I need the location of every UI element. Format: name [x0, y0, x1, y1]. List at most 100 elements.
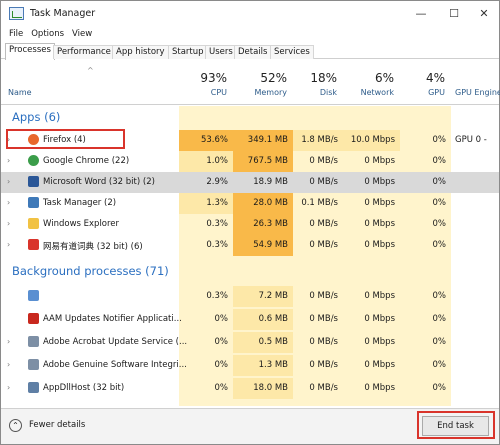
process-name: Microsoft Word (32 bit) (2) — [43, 177, 155, 187]
column-memory[interactable]: 52% Memory — [233, 61, 293, 105]
process-gpu: 0% — [432, 219, 447, 229]
process-row[interactable]: › 网易有道词典 (32 bit) (6) 0.3% 54.9 MB 0 MB/s 0 M… — [1, 235, 499, 256]
process-row[interactable]: › AppDllHost (32 bit) 0% 18.0 MB 0 MB/s 0 Mbp… — [1, 378, 499, 399]
process-gpu: 0% — [432, 314, 447, 324]
disk-label: Disk — [319, 88, 337, 97]
window-icon — [28, 382, 39, 393]
tab-startup[interactable]: Startup — [168, 45, 208, 59]
process-row[interactable]: › Google Chrome (22) 1.0% 767.5 MB 0 MB/s 0 M… — [1, 151, 499, 172]
process-name: AppDllHost (32 bit) — [43, 383, 125, 393]
process-row[interactable]: › Adobe Acrobat Update Service (... 0% 0.5 … — [1, 332, 499, 353]
maximize-button[interactable]: ☐ — [439, 1, 469, 25]
expand-chevron-icon[interactable]: › — [7, 360, 10, 369]
process-disk: 0 MB/s — [309, 156, 338, 166]
gear-icon — [28, 290, 39, 301]
process-mem: 54.9 MB — [233, 235, 293, 256]
process-cpu: 0.3% — [206, 240, 228, 250]
menu-view[interactable]: View — [64, 27, 92, 42]
process-name: AAM Updates Notifier Applicati... — [43, 314, 182, 324]
youdao-icon — [28, 239, 39, 250]
process-gpu: 0% — [432, 177, 447, 187]
process-name: Task Manager (2) — [43, 198, 117, 208]
process-disk: 0.1 MB/s — [301, 198, 338, 208]
column-cpu[interactable]: 93% CPU — [179, 61, 233, 105]
tab-processes[interactable]: Processes — [5, 43, 55, 60]
process-mem: 26.3 MB — [233, 214, 293, 235]
expand-chevron-icon[interactable]: › — [7, 219, 10, 228]
process-mem: 0.6 MB — [233, 309, 293, 330]
menu-options[interactable]: Options — [23, 27, 64, 42]
process-net: 0 Mbps — [364, 240, 395, 250]
column-header: ^ Name 93% CPU 52% Memory 18% Disk 6% Ne… — [1, 61, 500, 105]
process-disk: 0 MB/s — [309, 383, 338, 393]
process-disk: 0 MB/s — [309, 219, 338, 229]
process-gpu: 0% — [432, 156, 447, 166]
tab-users[interactable]: Users — [205, 45, 237, 59]
process-gpu: 0% — [432, 383, 447, 393]
process-disk: 0 MB/s — [309, 360, 338, 370]
process-disk: 0 MB/s — [309, 177, 338, 187]
process-net: 0 Mbps — [364, 156, 395, 166]
tab-services[interactable]: Services — [270, 45, 314, 59]
word-icon — [28, 176, 39, 187]
process-mem: 18.0 MB — [233, 378, 293, 399]
expand-chevron-icon[interactable]: › — [7, 198, 10, 207]
column-disk[interactable]: 18% Disk — [293, 61, 343, 105]
process-gpu-engine — [451, 172, 499, 193]
column-gpu-engine[interactable]: GPU Engine — [451, 61, 500, 105]
process-name: Windows Explorer — [43, 219, 120, 229]
process-row[interactable]: › Task Manager (2) 1.3% 28.0 MB 0.1 MB/s 0 Mb… — [1, 193, 499, 214]
column-name[interactable]: Name — [8, 88, 32, 97]
process-name: 网易有道词典 (32 bit) (6) — [43, 242, 143, 252]
expand-chevron-icon[interactable]: › — [7, 177, 10, 186]
process-disk: 0 MB/s — [309, 337, 338, 347]
process-row[interactable]: › Microsoft Word (32 bit) (2) 2.9% 18.9 MB 0… — [1, 172, 499, 193]
process-row[interactable]: 0.3% 7.2 MB 0 MB/s 0 Mbps 0% — [1, 286, 499, 307]
expand-chevron-icon[interactable]: › — [7, 337, 10, 346]
minimize-button[interactable]: — — [406, 1, 436, 25]
process-net: 0 Mbps — [364, 198, 395, 208]
chevron-up-icon[interactable]: ⌃ — [9, 419, 22, 432]
group-background-title: Background processes (71) — [12, 264, 169, 278]
process-name: Adobe Acrobat Update Service (... — [43, 337, 188, 347]
process-mem: 18.9 MB — [253, 177, 288, 187]
process-row[interactable]: › Adobe Genuine Software Integri... 0% 1.3 … — [1, 355, 499, 376]
column-network[interactable]: 6% Network — [343, 61, 400, 105]
process-gpu-engine — [451, 193, 499, 214]
process-row[interactable]: AAM Updates Notifier Applicati... 0% 0.6 M… — [1, 309, 499, 330]
process-cpu: 53.6% — [179, 130, 233, 151]
network-label: Network — [360, 88, 394, 97]
fewer-details-link[interactable]: Fewer details — [29, 420, 85, 430]
process-row[interactable]: › Windows Explorer 0.3% 26.3 MB 0 MB/s 0 Mbps… — [1, 214, 499, 235]
chrome-icon — [28, 155, 39, 166]
process-cpu: 0% — [214, 383, 229, 393]
menu-file[interactable]: File — [1, 27, 23, 42]
process-gpu: 0% — [432, 135, 447, 145]
close-button[interactable]: ✕ — [469, 1, 499, 25]
task-manager-icon — [28, 197, 39, 208]
process-cpu: 0% — [214, 360, 229, 370]
memory-total: 52% — [260, 71, 287, 85]
process-name: Google Chrome (22) — [43, 156, 130, 166]
end-task-highlight — [417, 411, 495, 439]
process-disk: 1.8 MB/s — [293, 130, 343, 151]
expand-chevron-icon[interactable]: › — [7, 240, 10, 249]
process-gpu-engine — [451, 214, 499, 235]
title-bar: Task Manager — ☐ ✕ — [1, 1, 499, 27]
expand-chevron-icon[interactable]: › — [7, 383, 10, 392]
process-net: 0 Mbps — [364, 360, 395, 370]
process-net: 0 Mbps — [364, 383, 395, 393]
process-net: 0 Mbps — [364, 291, 395, 301]
column-gpu[interactable]: 4% GPU — [400, 61, 451, 105]
expand-chevron-icon[interactable]: › — [7, 156, 10, 165]
tab-details[interactable]: Details — [234, 45, 272, 59]
process-gpu: 0% — [432, 240, 447, 250]
process-gpu: 0% — [432, 337, 447, 347]
process-gpu-engine: GPU 0 - — [455, 135, 487, 145]
process-mem: 767.5 MB — [233, 151, 293, 172]
tab-performance[interactable]: Performance — [53, 45, 115, 59]
group-apps-title: Apps (6) — [12, 110, 61, 124]
process-gpu: 0% — [432, 360, 447, 370]
tab-app-history[interactable]: App history — [112, 45, 169, 59]
process-disk: 0 MB/s — [309, 240, 338, 250]
